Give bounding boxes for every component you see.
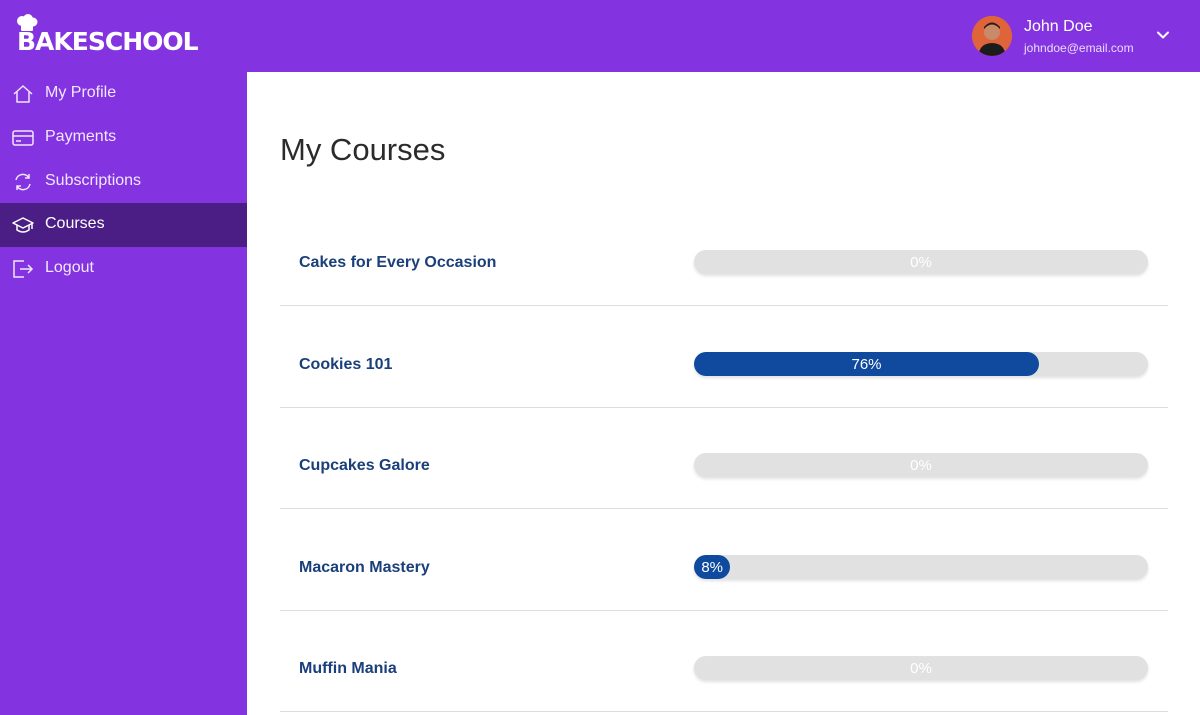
- course-progress-bar: 8%: [694, 555, 1148, 579]
- sidebar-item-courses[interactable]: Courses: [0, 203, 247, 247]
- user-name: John Doe: [1024, 18, 1093, 35]
- sidebar-item-label: Subscriptions: [45, 172, 142, 189]
- course-title[interactable]: Cakes for Every Occasion: [299, 254, 496, 272]
- brand-name: BAKESCHOOL: [17, 27, 199, 56]
- top-bar: BAKESCHOOL John Doe johndoe@email.com: [0, 0, 1200, 72]
- main-content: My Courses Cakes for Every Occasion 0% C…: [247, 72, 1200, 715]
- course-progress-bar: 0%: [694, 453, 1148, 477]
- progress-label: 0%: [910, 254, 932, 271]
- progress-label: 76%: [851, 356, 882, 373]
- user-photo-icon: [972, 16, 1012, 56]
- course-title[interactable]: Muffin Mania: [299, 660, 397, 678]
- course-title[interactable]: Cookies 101: [299, 356, 392, 374]
- user-email: johndoe@email.com: [1024, 41, 1134, 55]
- sidebar-item-my-profile[interactable]: My Profile: [0, 72, 247, 116]
- credit-card-icon: [12, 130, 34, 146]
- course-row[interactable]: Muffin Mania 0%: [280, 610, 1168, 712]
- refresh-icon: [15, 173, 31, 191]
- progress-label: 0%: [910, 457, 932, 474]
- sidebar-item-label: Payments: [45, 128, 117, 145]
- course-row[interactable]: Cookies 101 76%: [280, 306, 1168, 408]
- course-progress-bar: 0%: [694, 656, 1148, 680]
- user-menu[interactable]: John Doe johndoe@email.com: [972, 14, 1187, 60]
- course-title[interactable]: Macaron Mastery: [299, 559, 430, 577]
- page-title: My Courses: [280, 132, 446, 167]
- progress-label: 0%: [910, 660, 932, 677]
- graduation-cap-icon: [12, 217, 34, 233]
- course-row[interactable]: Cupcakes Galore 0%: [280, 407, 1168, 509]
- avatar: [972, 16, 1012, 56]
- progress-label: 8%: [701, 559, 723, 576]
- sidebar-item-subscriptions[interactable]: Subscriptions: [0, 160, 247, 204]
- chevron-down-icon[interactable]: [1156, 28, 1170, 42]
- sidebar-item-label: Logout: [45, 259, 94, 276]
- sidebar-item-payments[interactable]: Payments: [0, 116, 247, 160]
- sidebar-item-label: Courses: [45, 215, 105, 232]
- course-row[interactable]: Cakes for Every Occasion 0%: [280, 204, 1168, 306]
- course-progress-bar: 76%: [694, 352, 1148, 376]
- course-row[interactable]: Macaron Mastery 8%: [280, 509, 1168, 611]
- bakeschool-logo[interactable]: BAKESCHOOL: [14, 14, 199, 58]
- course-progress-bar: 0%: [694, 250, 1148, 274]
- course-title[interactable]: Cupcakes Galore: [299, 457, 430, 475]
- logout-icon: [13, 260, 34, 278]
- sidebar: My Profile Payments Subscriptions Course…: [0, 72, 247, 715]
- home-icon: [13, 85, 33, 103]
- sidebar-item-label: My Profile: [45, 84, 117, 101]
- sidebar-item-logout[interactable]: Logout: [0, 247, 247, 291]
